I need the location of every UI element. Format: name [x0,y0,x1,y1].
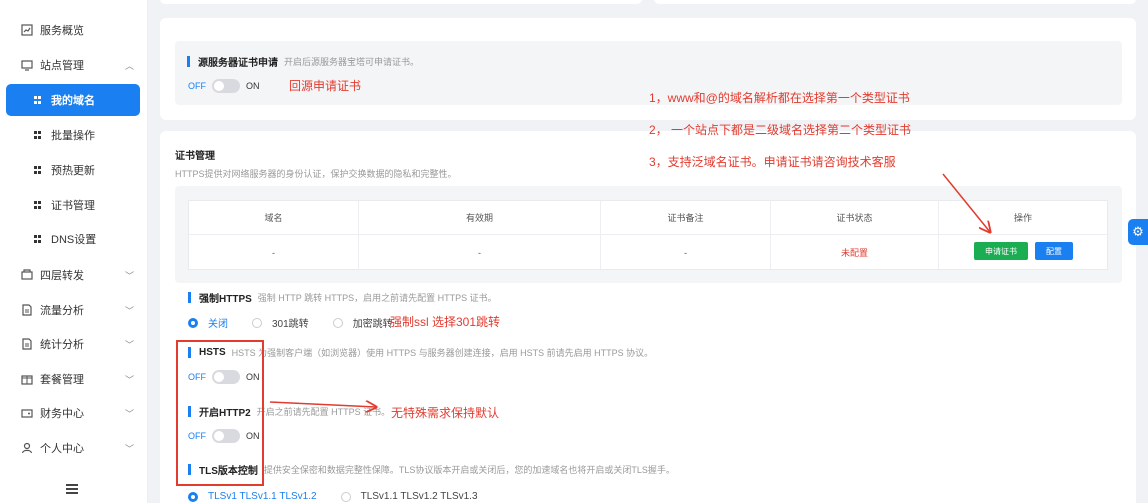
annotation-arrows [269,173,1148,503]
annotation-arrow-to-apply [942,173,990,232]
annotation-arrow-to-http2 [269,402,376,407]
settings-gear-button[interactable]: ⚙ [1128,219,1148,245]
gear-icon: ⚙ [1132,224,1144,239]
